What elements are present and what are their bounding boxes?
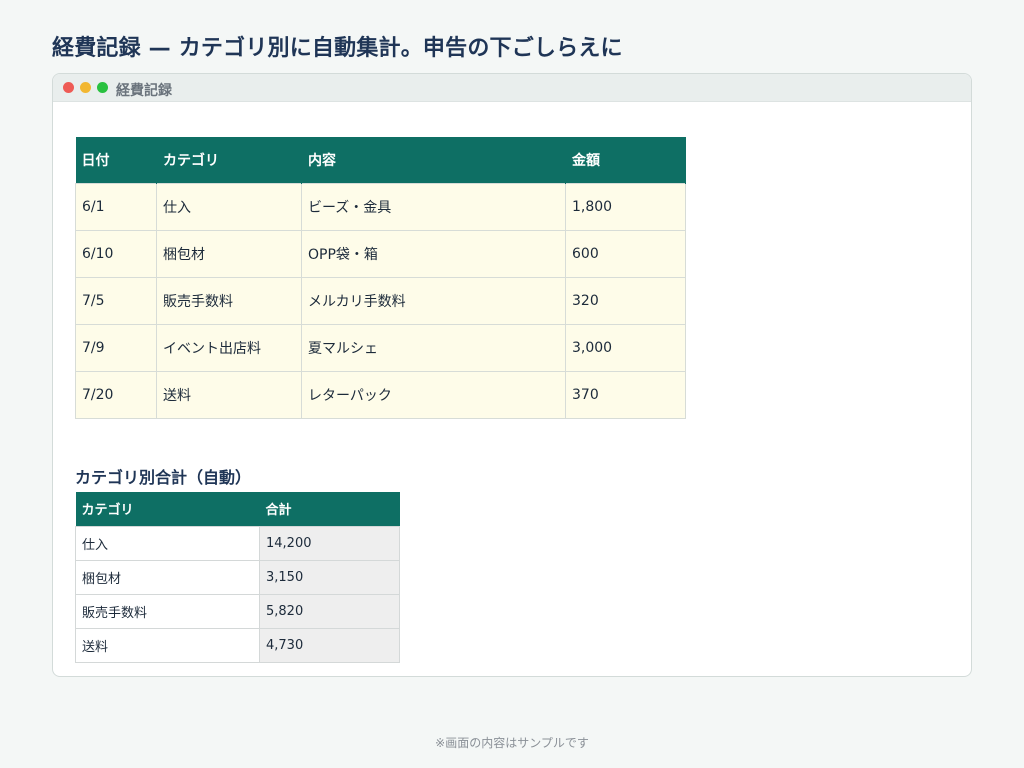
- summary-header-row: カテゴリ 合計: [75, 492, 400, 526]
- page-title: 経費記録 — カテゴリ別に自動集計。申告の下ごしらえに: [52, 36, 623, 61]
- expense-table: 日付 カテゴリ 内容 金額 6/1 仕入 ビーズ・金具 1,800 6/10 梱…: [75, 137, 686, 419]
- summary-title: カテゴリ別合計（自動）: [75, 468, 252, 487]
- minimize-window-button[interactable]: [80, 82, 91, 93]
- table-row: 7/5 販売手数料 メルカリ手数料 320: [75, 276, 686, 325]
- window-title: 経費記録: [116, 83, 172, 99]
- table-row: 6/1 仕入 ビーズ・金具 1,800: [75, 182, 686, 231]
- sample-footnote: ※画面の内容はサンプルです: [435, 736, 589, 750]
- cell-description[interactable]: レターパック: [301, 370, 566, 419]
- column-header-description[interactable]: 内容: [301, 137, 566, 183]
- cell-amount[interactable]: 320: [565, 276, 686, 325]
- cell-date[interactable]: 7/20: [75, 370, 157, 419]
- cell-description[interactable]: メルカリ手数料: [301, 276, 566, 325]
- expense-table-header-row: 日付 カテゴリ 内容 金額: [75, 137, 686, 183]
- cell-category[interactable]: 販売手数料: [156, 276, 302, 325]
- table-row: 7/9 イベント出店料 夏マルシェ 3,000: [75, 323, 686, 372]
- summary-cell-total: 5,820: [259, 593, 400, 629]
- cell-date[interactable]: 6/10: [75, 229, 157, 278]
- summary-cell-category: 販売手数料: [75, 593, 260, 629]
- cell-category[interactable]: イベント出店料: [156, 323, 302, 372]
- summary-row: 仕入 14,200: [75, 525, 400, 561]
- cell-date[interactable]: 7/9: [75, 323, 157, 372]
- cell-category[interactable]: 梱包材: [156, 229, 302, 278]
- summary-cell-category: 仕入: [75, 525, 260, 561]
- cell-description[interactable]: 夏マルシェ: [301, 323, 566, 372]
- summary-cell-category: 梱包材: [75, 559, 260, 595]
- summary-row: 販売手数料 5,820: [75, 593, 400, 629]
- summary-cell-total: 4,730: [259, 627, 400, 663]
- summary-header-total: 合計: [259, 492, 400, 526]
- summary-row: 梱包材 3,150: [75, 559, 400, 595]
- cell-category[interactable]: 送料: [156, 370, 302, 419]
- window-titlebar: 経費記録: [53, 74, 971, 102]
- close-window-button[interactable]: [63, 82, 74, 93]
- cell-date[interactable]: 7/5: [75, 276, 157, 325]
- table-row: 7/20 送料 レターパック 370: [75, 370, 686, 419]
- column-header-date[interactable]: 日付: [75, 137, 157, 183]
- maximize-window-button[interactable]: [97, 82, 108, 93]
- cell-description[interactable]: ビーズ・金具: [301, 182, 566, 231]
- summary-row: 送料 4,730: [75, 627, 400, 663]
- column-header-category[interactable]: カテゴリ: [156, 137, 302, 183]
- summary-cell-total: 3,150: [259, 559, 400, 595]
- summary-cell-total: 14,200: [259, 525, 400, 561]
- cell-amount[interactable]: 370: [565, 370, 686, 419]
- cell-date[interactable]: 6/1: [75, 182, 157, 231]
- cell-description[interactable]: OPP袋・箱: [301, 229, 566, 278]
- summary-cell-category: 送料: [75, 627, 260, 663]
- table-row: 6/10 梱包材 OPP袋・箱 600: [75, 229, 686, 278]
- column-header-amount[interactable]: 金額: [565, 137, 686, 183]
- cell-amount[interactable]: 3,000: [565, 323, 686, 372]
- cell-category[interactable]: 仕入: [156, 182, 302, 231]
- cell-amount[interactable]: 1,800: [565, 182, 686, 231]
- summary-header-category: カテゴリ: [75, 492, 260, 526]
- cell-amount[interactable]: 600: [565, 229, 686, 278]
- app-window: 経費記録 日付 カテゴリ 内容 金額 6/1 仕入 ビーズ・金具 1,800 6…: [52, 73, 972, 677]
- category-summary-table: カテゴリ 合計 仕入 14,200 梱包材 3,150 販売手数料 5,820 …: [75, 492, 400, 663]
